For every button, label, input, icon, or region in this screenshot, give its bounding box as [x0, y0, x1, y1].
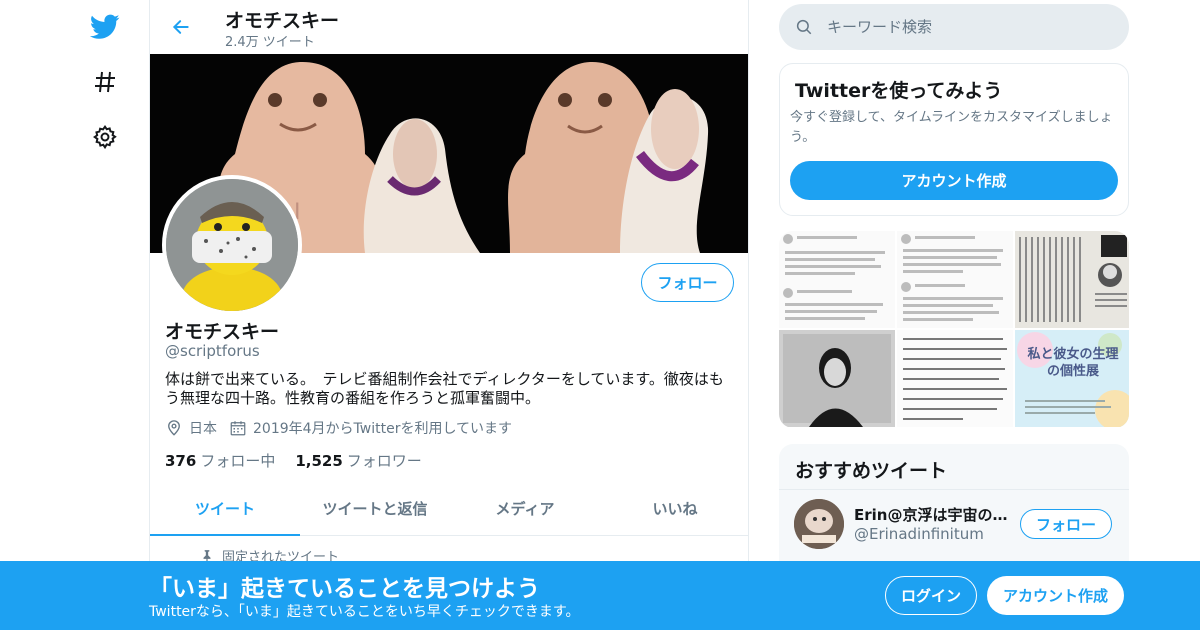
- media-thumb-4[interactable]: [779, 330, 895, 427]
- media-thumb-3[interactable]: [1015, 231, 1129, 328]
- profile-meta: 日本 2019年4月からTwitterを利用しています: [165, 418, 524, 438]
- profile-stats: 376 フォロー中 1,525 フォロワー: [165, 450, 442, 471]
- profile-bio: 体は餅で出来ている。 テレビ番組制作会社でディレクターをしています。徹夜はもう無…: [165, 370, 724, 407]
- header-profile-name: オモチスキー: [225, 10, 340, 32]
- twitter-logo-icon[interactable]: [86, 8, 124, 46]
- followers-link[interactable]: 1,525 フォロワー: [295, 450, 421, 471]
- followers-count: 1,525: [295, 452, 343, 470]
- header-tweet-count: 2.4万 ツイート: [225, 35, 315, 50]
- recommended-follow-button[interactable]: フォロー: [1020, 509, 1112, 539]
- profile-location: 日本: [165, 418, 217, 438]
- search-box: [779, 4, 1129, 50]
- bottom-bar-subtitle: Twitterなら、「いま」起きていることをいち早くチェックできます。: [149, 604, 580, 620]
- media-thumb-2[interactable]: [897, 231, 1013, 328]
- left-navigation: [80, 0, 130, 630]
- profile-handle: @scriptforus: [165, 342, 260, 360]
- following-count: 376: [165, 452, 197, 470]
- media-thumb-1[interactable]: [779, 231, 895, 328]
- location-pin-icon: [168, 420, 180, 436]
- media-thumbnails: 私と彼女の生理の個性展: [779, 231, 1129, 428]
- joined-text: 2019年4月からTwitterを利用しています: [253, 421, 513, 437]
- media-thumb-6[interactable]: 私と彼女の生理の個性展: [1015, 330, 1129, 427]
- gear-icon[interactable]: [86, 118, 124, 156]
- calendar-icon: [230, 421, 246, 436]
- back-button[interactable]: [166, 12, 196, 42]
- bottom-bar-title: 「いま」起きていることを見つけよう: [149, 576, 540, 602]
- tab-likes[interactable]: いいね: [600, 482, 748, 535]
- signup-card-title: Twitterを使ってみよう: [795, 80, 1003, 102]
- profile-avatar[interactable]: [162, 175, 302, 315]
- following-label: フォロー中: [200, 452, 276, 470]
- tab-tweets-and-replies[interactable]: ツイートと返信: [300, 482, 450, 535]
- hashtag-icon[interactable]: [86, 63, 124, 101]
- tab-media[interactable]: メディア: [450, 482, 600, 535]
- signup-card: Twitterを使ってみよう 今すぐ登録して、タイムラインをカスタマイズしましょ…: [779, 63, 1129, 216]
- tab-tweets[interactable]: ツイート: [150, 482, 300, 536]
- recommended-user-handle: @Erinadinfinitum: [854, 525, 984, 543]
- following-link[interactable]: 376 フォロー中: [165, 450, 275, 471]
- recommended-user-avatar[interactable]: [794, 499, 844, 549]
- profile-header-bar: オモチスキー 2.4万 ツイート: [150, 0, 748, 54]
- search-input[interactable]: [827, 18, 1107, 36]
- profile-joined: 2019年4月からTwitterを利用しています: [229, 418, 512, 438]
- recommended-user-name[interactable]: Erin@京浮は宇宙の…: [854, 504, 1014, 525]
- profile-tabs: ツイート ツイートと返信 メディア いいね: [150, 482, 748, 536]
- signup-prompt-bar: 「いま」起きていることを見つけよう Twitterなら、「いま」起きていることを…: [0, 561, 1200, 630]
- follow-button[interactable]: フォロー: [641, 263, 734, 302]
- bottom-signup-button[interactable]: アカウント作成: [987, 576, 1124, 615]
- poster-title: 私と彼女の生理の個性展: [1027, 347, 1119, 379]
- profile-name: オモチスキー: [165, 321, 280, 343]
- media-thumb-5[interactable]: [897, 330, 1013, 427]
- back-arrow-icon: [172, 20, 189, 34]
- login-button[interactable]: ログイン: [885, 576, 977, 615]
- signup-card-description: 今すぐ登録して、タイムラインをカスタマイズしましょう。: [790, 110, 1113, 145]
- create-account-button[interactable]: アカウント作成: [790, 161, 1118, 200]
- followers-label: フォロワー: [346, 452, 422, 470]
- divider: [779, 489, 1129, 490]
- search-icon: [796, 19, 812, 35]
- profile-column: オモチスキー 2.4万 ツイート G I: [149, 0, 749, 630]
- location-text: 日本: [189, 421, 217, 437]
- recommended-title: おすすめツイート: [795, 460, 948, 482]
